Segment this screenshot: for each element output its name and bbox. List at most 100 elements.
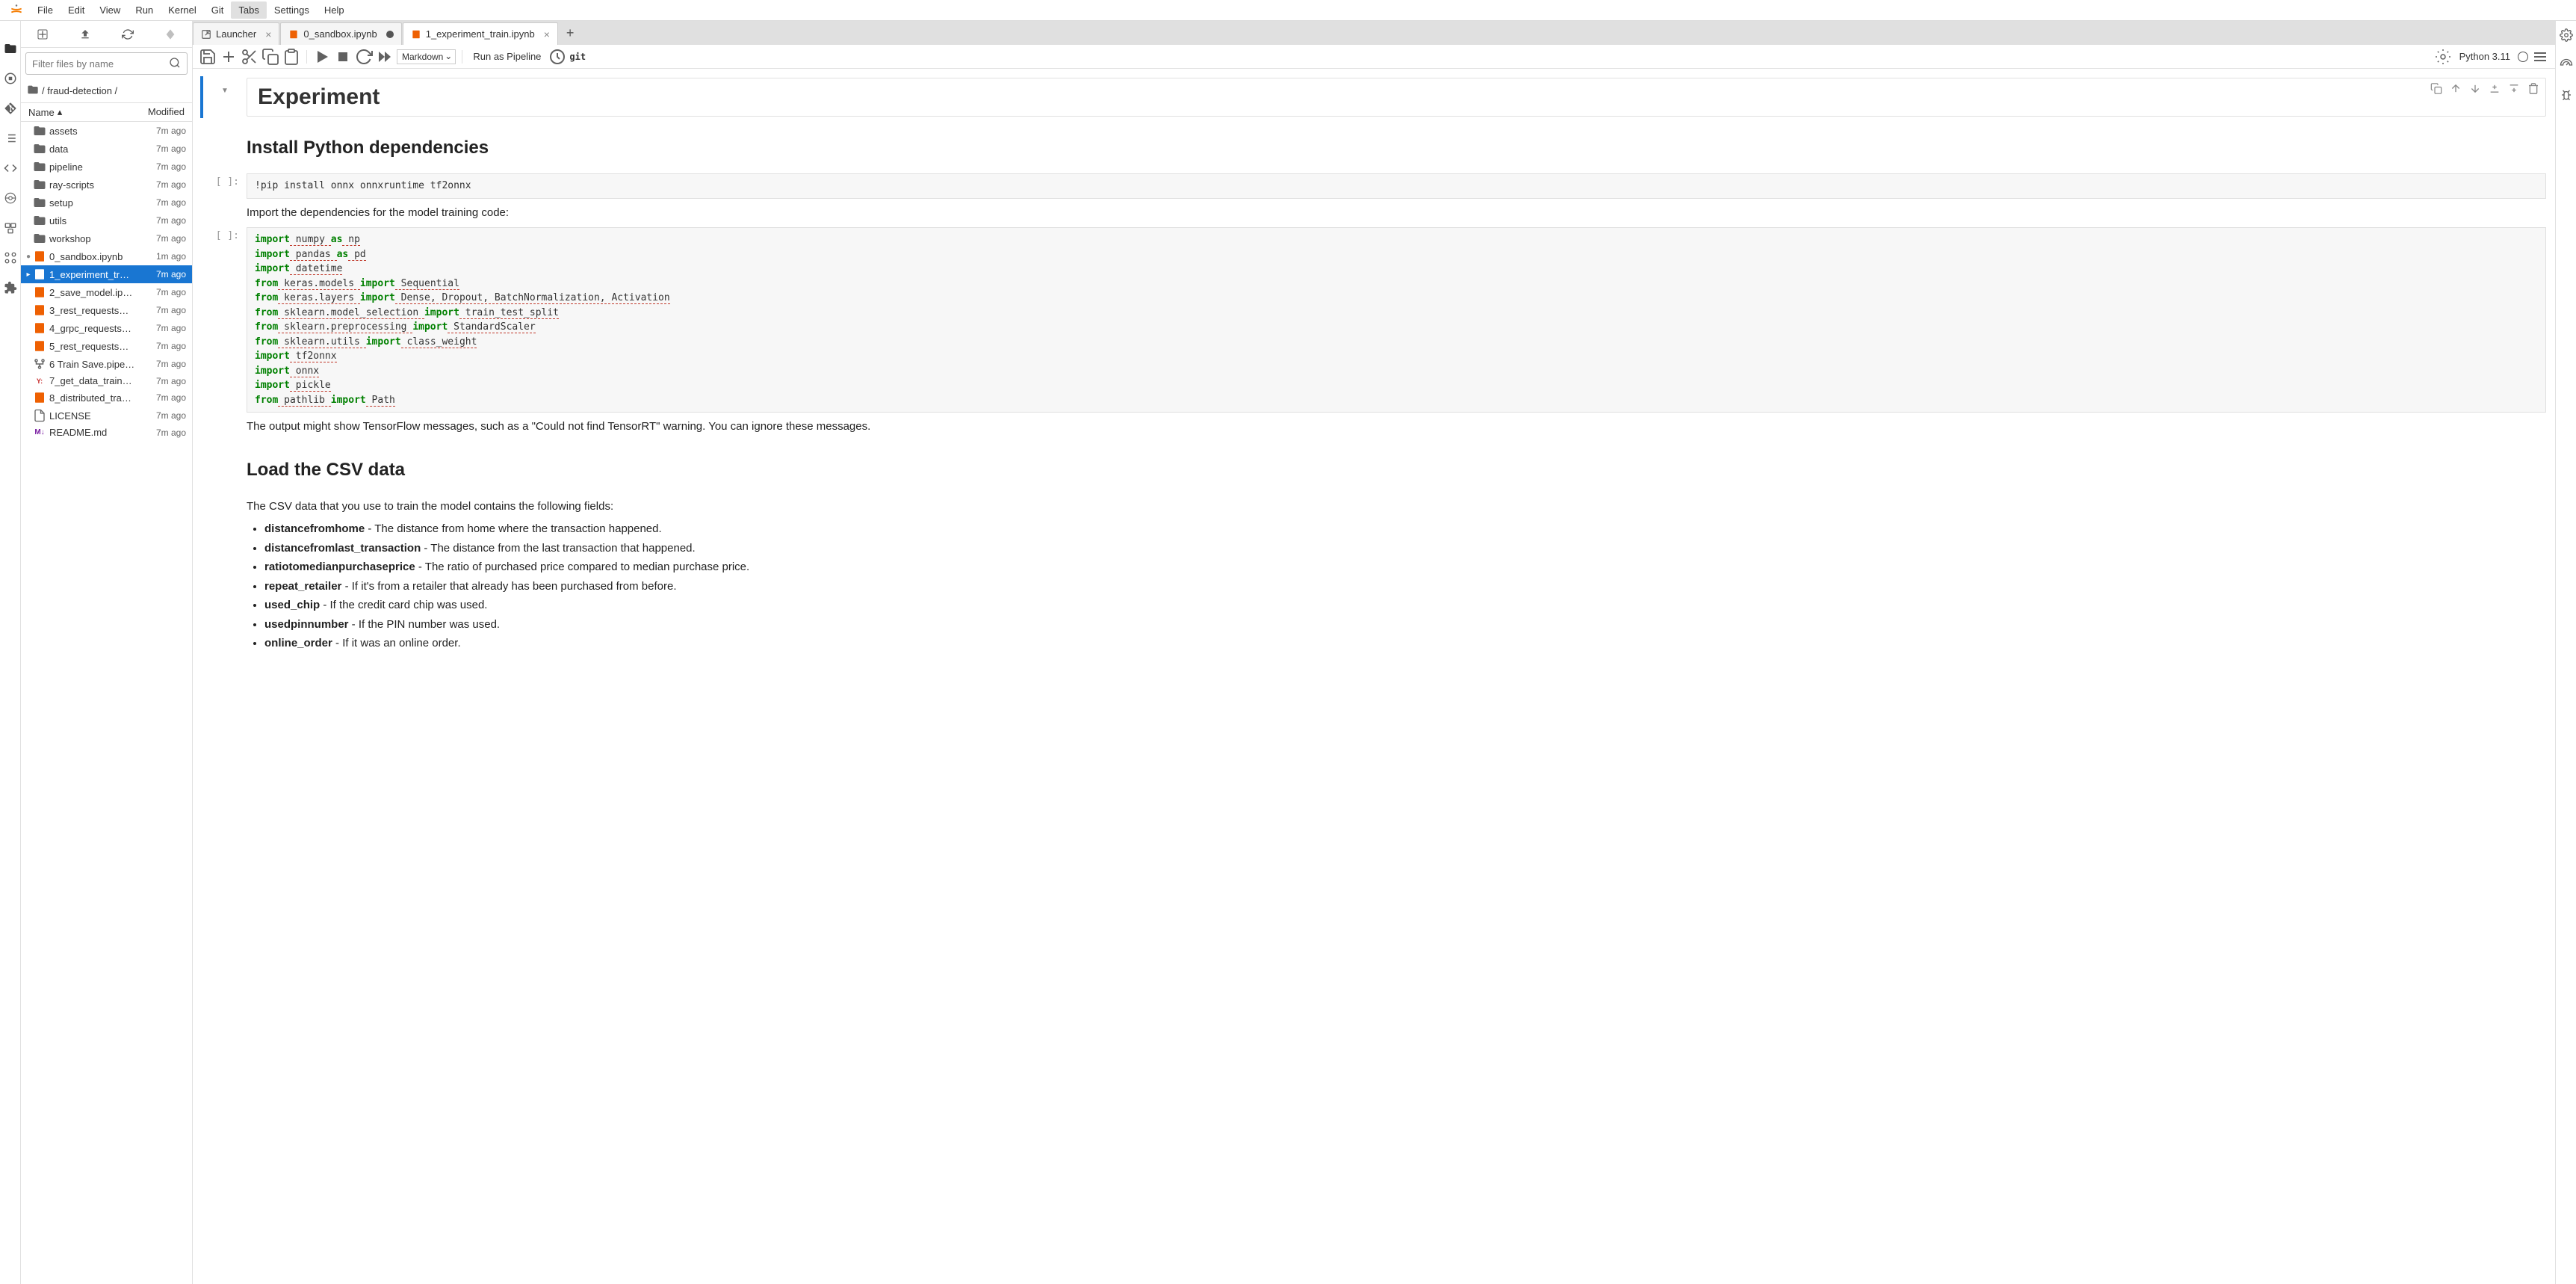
filebrowser-tab-icon[interactable] (4, 42, 17, 55)
delete-cell-icon[interactable] (2527, 81, 2539, 96)
debugger-icon[interactable] (2531, 48, 2549, 66)
file-item[interactable]: LICENSE7m ago (21, 407, 192, 425)
file-item[interactable]: utils7m ago (21, 212, 192, 229)
insert-above-icon[interactable] (2489, 81, 2501, 96)
code-content[interactable]: import numpy as np import pandas as pd i… (247, 227, 2546, 413)
list-item: usedpinnumber - If the PIN number was us… (264, 617, 2546, 634)
notebook-icon (411, 29, 421, 40)
refresh-icon[interactable] (122, 28, 134, 40)
code-content[interactable]: !pip install onnx onnxruntime tf2onnx (247, 173, 2546, 199)
file-item[interactable]: pipeline7m ago (21, 158, 192, 176)
menu-settings[interactable]: Settings (267, 1, 317, 19)
close-tab-icon[interactable]: × (544, 28, 550, 40)
upload-icon[interactable] (79, 28, 91, 40)
markdown-text: The CSV data that you use to train the m… (247, 499, 2546, 516)
move-up-icon[interactable] (2450, 81, 2462, 96)
file-item[interactable]: data7m ago (21, 140, 192, 158)
restart-run-all-icon[interactable] (376, 48, 394, 66)
breadcrumb-path[interactable]: / fraud-detection / (42, 85, 117, 96)
file-item[interactable]: Y:7_get_data_train…7m ago (21, 373, 192, 389)
cell-markdown[interactable]: The output might show TensorFlow message… (193, 414, 2555, 440)
file-item[interactable]: ray-scripts7m ago (21, 176, 192, 194)
object-storage-tab-icon[interactable] (4, 221, 17, 235)
paste-icon[interactable] (282, 48, 300, 66)
file-item[interactable]: 2_save_model.ip…7m ago (21, 283, 192, 301)
file-item[interactable]: 5_rest_requests…7m ago (21, 337, 192, 355)
notebook-area[interactable]: ▼ Experiment (193, 69, 2555, 1284)
save-icon[interactable] (199, 48, 217, 66)
git-toggle-icon[interactable] (164, 28, 176, 40)
property-inspector-icon[interactable] (2560, 28, 2573, 42)
file-item[interactable]: 6 Train Save.pipe…7m ago (21, 355, 192, 373)
file-filter-input[interactable] (25, 52, 188, 75)
cell-code[interactable]: [ ]: import numpy as np import pandas as… (193, 226, 2555, 414)
menu-git[interactable]: Git (204, 1, 232, 19)
close-tab-icon[interactable]: × (265, 28, 271, 40)
cell-type-select[interactable]: Markdown (397, 49, 456, 64)
tab[interactable]: 0_sandbox.ipynb (280, 22, 401, 45)
elyra-icon[interactable] (2434, 48, 2452, 66)
interrupt-icon[interactable] (334, 48, 352, 66)
pipeline-icon (33, 357, 46, 371)
new-launcher-icon[interactable] (37, 28, 49, 40)
clock-icon[interactable] (548, 48, 566, 66)
file-filter-field[interactable] (32, 58, 166, 70)
cell-markdown[interactable]: Load the CSV data (193, 440, 2555, 494)
toc-tab-icon[interactable] (4, 132, 17, 145)
main-content: Launcher×0_sandbox.ipynb1_experiment_tra… (193, 21, 2555, 1284)
cell-markdown[interactable]: The CSV data that you use to train the m… (193, 494, 2555, 663)
tab[interactable]: 1_experiment_train.ipynb× (403, 22, 558, 45)
collapse-heading-icon[interactable]: ▼ (221, 87, 229, 95)
file-item[interactable]: ●0_sandbox.ipynb1m ago (21, 247, 192, 265)
cell-markdown-heading[interactable]: ▼ Experiment (193, 76, 2555, 118)
running-tab-icon[interactable] (4, 72, 17, 85)
cell-markdown[interactable]: Import the dependencies for the model tr… (193, 200, 2555, 226)
move-down-icon[interactable] (2469, 81, 2481, 96)
menu-edit[interactable]: Edit (61, 1, 92, 19)
filebrowser-header[interactable]: Name ▴ Modified (21, 102, 192, 122)
jupyter-logo-icon[interactable] (9, 3, 24, 18)
cell-markdown[interactable]: Install Python dependencies (193, 118, 2555, 172)
duplicate-cell-icon[interactable] (2430, 81, 2442, 96)
file-item[interactable]: setup7m ago (21, 194, 192, 212)
cell-code[interactable]: [ ]: !pip install onnx onnxruntime tf2on… (193, 172, 2555, 200)
git-label[interactable]: git (569, 52, 586, 62)
kernel-name[interactable]: Python 3.11 (2455, 51, 2515, 62)
insert-cell-icon[interactable] (220, 48, 238, 66)
kernel-status-icon[interactable] (2518, 52, 2528, 62)
add-tab-icon[interactable]: + (559, 25, 582, 41)
restart-icon[interactable] (355, 48, 373, 66)
menu-kernel[interactable]: Kernel (161, 1, 204, 19)
file-item[interactable]: workshop7m ago (21, 229, 192, 247)
data-tab-icon[interactable] (4, 251, 17, 265)
tab[interactable]: Launcher× (193, 22, 279, 45)
file-item[interactable]: assets7m ago (21, 122, 192, 140)
menu-run[interactable]: Run (128, 1, 161, 19)
notebook-icon (33, 250, 46, 263)
insert-below-icon[interactable] (2508, 81, 2520, 96)
git-tab-icon[interactable] (4, 102, 17, 115)
debugger-panel-icon[interactable] (2560, 88, 2573, 102)
file-item[interactable]: 3_rest_requests…7m ago (21, 301, 192, 319)
extension-tab-icon[interactable] (4, 281, 17, 294)
file-item[interactable]: 4_grpc_requests…7m ago (21, 319, 192, 337)
folder-icon (33, 232, 46, 245)
breadcrumb[interactable]: / fraud-detection / (21, 79, 192, 102)
list-item: distancefromhome - The distance from hom… (264, 521, 2546, 538)
right-sidebar (2555, 21, 2576, 1284)
menu-help[interactable]: Help (317, 1, 352, 19)
menu-file[interactable]: File (30, 1, 61, 19)
menu-tabs[interactable]: Tabs (231, 1, 266, 19)
file-item[interactable]: 8_distributed_tra…7m ago (21, 389, 192, 407)
menu-view[interactable]: View (92, 1, 128, 19)
cut-icon[interactable] (241, 48, 258, 66)
copy-icon[interactable] (261, 48, 279, 66)
run-as-pipeline-button[interactable]: Run as Pipeline (468, 51, 545, 62)
file-name: pipeline (46, 161, 156, 173)
file-item[interactable]: ▸1_experiment_tr…7m ago (21, 265, 192, 283)
file-item[interactable]: M↓README.md7m ago (21, 425, 192, 440)
dashboard-icon[interactable] (2560, 58, 2573, 72)
code-snippets-tab-icon[interactable] (4, 161, 17, 175)
pipeline-components-tab-icon[interactable] (4, 191, 17, 205)
run-icon[interactable] (313, 48, 331, 66)
